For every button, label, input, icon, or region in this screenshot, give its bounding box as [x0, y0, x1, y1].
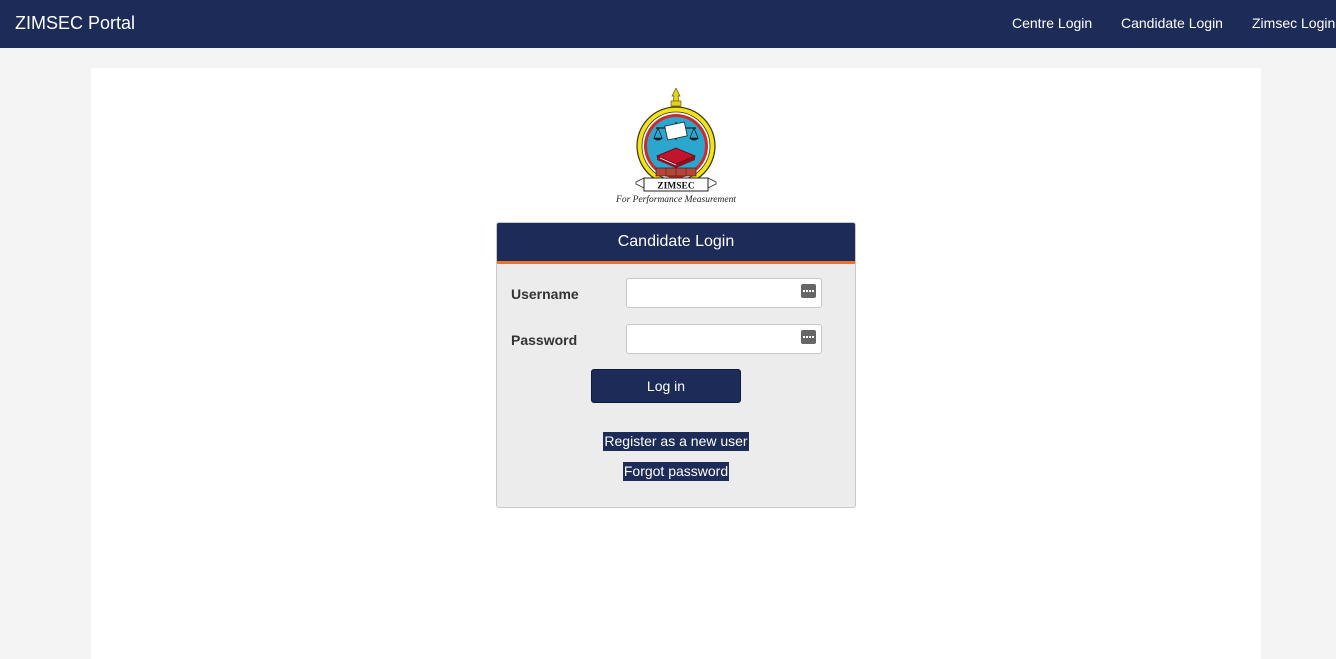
- panel-header: Candidate Login: [497, 223, 855, 264]
- password-manager-key-icon[interactable]: [801, 284, 816, 298]
- logo-tagline: For Performance Measurement: [616, 195, 736, 205]
- zimsec-logo: ZIMSEC For Performance Measurement: [610, 87, 742, 208]
- panel-title: Candidate Login: [617, 233, 735, 250]
- nav-candidate-login[interactable]: Candidate Login: [1121, 15, 1223, 31]
- username-input[interactable]: [626, 278, 822, 308]
- main-container: ZIMSEC For Performance Measurement Candi…: [91, 68, 1261, 659]
- zimsec-emblem-icon: ZIMSEC: [635, 87, 717, 192]
- username-label: Username: [511, 286, 579, 302]
- register-link[interactable]: Register as a new user: [603, 432, 749, 451]
- password-input[interactable]: [626, 324, 822, 354]
- logo-banner-text: ZIMSEC: [657, 182, 695, 192]
- password-manager-key-icon[interactable]: [801, 330, 816, 344]
- login-button[interactable]: Log in: [591, 369, 741, 403]
- password-label: Password: [511, 332, 578, 348]
- candidate-login-panel: Candidate Login Username Password Log in…: [496, 222, 856, 508]
- nav-zimsec-login[interactable]: Zimsec Login: [1252, 15, 1335, 31]
- brand-title[interactable]: ZIMSEC Portal: [15, 13, 135, 34]
- top-navbar: ZIMSEC Portal Centre Login Candidate Log…: [0, 0, 1336, 48]
- nav-centre-login[interactable]: Centre Login: [1012, 15, 1092, 31]
- forgot-password-link[interactable]: Forgot password: [622, 462, 730, 481]
